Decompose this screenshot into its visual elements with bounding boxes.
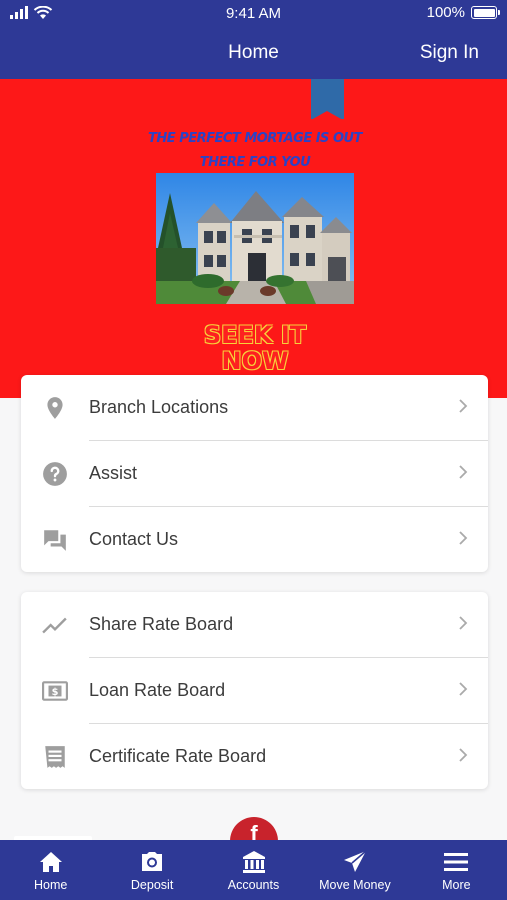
promo-cta-line-1: SEEK IT	[203, 321, 307, 349]
menu-icon	[444, 853, 469, 871]
bank-icon	[242, 851, 265, 873]
chat-bubbles-icon	[44, 530, 66, 551]
menu-item-label: Contact Us	[89, 529, 179, 549]
battery-icon	[471, 6, 500, 19]
battery-status: 100%	[426, 4, 500, 21]
menu-item-assist[interactable]: Assist	[21, 441, 488, 507]
bookmark-ribbon-icon	[311, 79, 344, 120]
dollar-bill-icon: $	[42, 681, 68, 701]
home-icon	[39, 852, 62, 872]
promo-tagline: THE PERFECT MORTAGE IS OUT THERE FOR YOU	[140, 127, 370, 175]
chevron-right-icon	[459, 465, 468, 479]
tab-accounts[interactable]: Accounts	[203, 840, 304, 900]
menu-item-label: Assist	[89, 463, 138, 483]
tab-label: Deposit	[130, 878, 174, 892]
tab-deposit[interactable]: Deposit	[101, 840, 202, 900]
menu-item-label: Loan Rate Board	[89, 680, 226, 700]
trend-line-icon	[42, 617, 67, 634]
chevron-right-icon	[459, 748, 468, 762]
promo-cta-line-2: NOW	[221, 347, 289, 375]
tab-label: Move Money	[319, 878, 391, 892]
promo-tagline-line-2: THERE FOR YOU	[199, 155, 311, 170]
bottom-tab-bar: Home Deposit Accounts Move Money More	[0, 840, 507, 900]
camera-icon	[142, 852, 163, 871]
tab-move-money[interactable]: Move Money	[304, 840, 405, 900]
chevron-right-icon	[459, 616, 468, 630]
promo-cta[interactable]: SEEK IT NOW	[150, 322, 360, 374]
menu-item-label: Branch Locations	[89, 397, 229, 417]
menu-item-share-rate-board[interactable]: Share Rate Board	[21, 592, 488, 658]
chevron-right-icon	[459, 682, 468, 696]
status-bar: 9:41 AM 100%	[0, 0, 507, 28]
certificate-icon	[45, 746, 65, 768]
menu-item-contact-us[interactable]: Contact Us	[21, 507, 488, 573]
tab-label: More	[442, 878, 471, 892]
chevron-right-icon	[459, 531, 468, 545]
location-pin-icon	[47, 397, 63, 419]
menu-item-label: Share Rate Board	[89, 614, 234, 634]
menu-item-loan-rate-board[interactable]: $ Loan Rate Board	[21, 658, 488, 724]
menu-item-certificate-rate-board[interactable]: Certificate Rate Board	[21, 724, 488, 790]
menu-item-label: Certificate Rate Board	[89, 746, 267, 766]
navigation-bar: Home Sign In	[0, 28, 507, 79]
house-photo	[156, 173, 354, 304]
tab-label: Accounts	[227, 878, 280, 892]
chevron-right-icon	[459, 399, 468, 413]
tab-more[interactable]: More	[406, 840, 507, 900]
send-icon	[343, 850, 367, 872]
sign-in-button[interactable]: Sign In	[420, 42, 479, 64]
tab-label: Home	[34, 878, 68, 892]
tab-home[interactable]: Home	[0, 840, 101, 900]
menu-item-branch-locations[interactable]: Branch Locations	[21, 375, 488, 441]
promo-banner[interactable]: THE PERFECT MORTAGE IS OUT THERE FOR YOU	[0, 79, 507, 398]
menu-card-support: Branch Locations Assist Contact Us	[21, 375, 488, 572]
battery-percent: 100%	[426, 4, 465, 21]
help-circle-icon	[43, 462, 67, 486]
promo-tagline-line-1: THE PERFECT MORTAGE IS OUT	[148, 131, 362, 146]
menu-card-rates: Share Rate Board $ Loan Rate Board Certi…	[21, 592, 488, 789]
svg-text:$: $	[52, 687, 59, 698]
